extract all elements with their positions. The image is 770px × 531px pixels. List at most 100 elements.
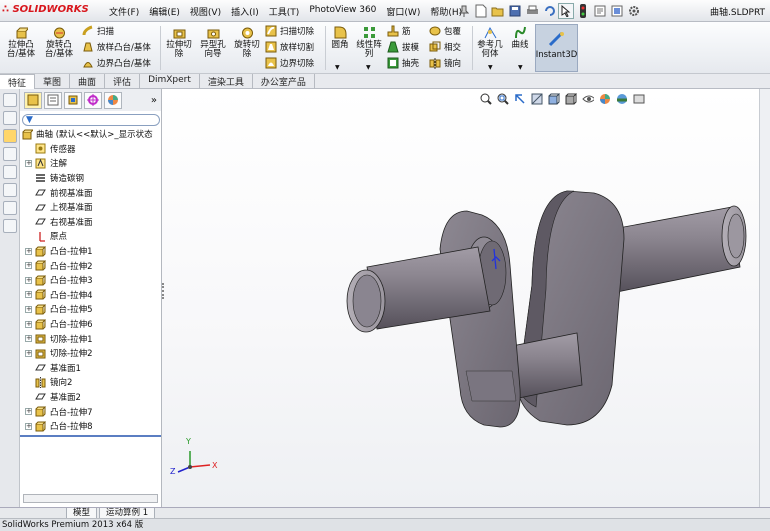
expand-plus-icon[interactable]: + [25, 159, 32, 167]
tree-item[interactable]: + 切除-拉伸2 [20, 346, 161, 361]
property-manager-tab-icon[interactable] [44, 91, 62, 109]
tree-item[interactable]: + 注解 [20, 156, 161, 171]
menu-item[interactable]: PhotoView 360 [304, 3, 381, 19]
tree-item[interactable]: + 凸台-拉伸7 [20, 404, 161, 419]
tree-item[interactable]: + 凸台-拉伸6 [20, 317, 161, 332]
pattern-dropdown-arrow-icon[interactable]: ▼ [366, 64, 371, 71]
expand-plus-icon[interactable]: + [25, 320, 32, 328]
task-tool-icon[interactable] [3, 93, 17, 107]
command-tab[interactable]: 曲面 [70, 74, 106, 89]
command-tab[interactable]: 评估 [105, 74, 141, 89]
panel-horizontal-scrollbar[interactable] [23, 494, 158, 503]
tree-item[interactable]: 传感器 [20, 142, 161, 157]
tree-item[interactable]: + 凸台-拉伸4 [20, 288, 161, 303]
command-tab[interactable]: 草图 [35, 74, 71, 89]
sweep-button[interactable]: 扫描 [82, 24, 114, 38]
file-properties-icon[interactable] [592, 3, 608, 19]
boundary-cut-button[interactable]: 边界切除 [265, 56, 314, 70]
save-icon[interactable] [507, 3, 523, 19]
task-tool-icon[interactable] [3, 111, 17, 125]
tree-item[interactable]: + 切除-拉伸1 [20, 331, 161, 346]
task-tool-icon[interactable] [3, 183, 17, 197]
menu-item[interactable]: 插入(I) [226, 3, 264, 19]
task-tool-icon[interactable] [3, 165, 17, 179]
expand-plus-icon[interactable]: + [25, 247, 32, 255]
tree-item[interactable]: 基准面2 [20, 390, 161, 405]
instant3d-button[interactable]: Instant3D [535, 24, 578, 72]
curves-dropdown-arrow-icon[interactable]: ▼ [518, 64, 523, 71]
menu-item[interactable]: 工具(T) [264, 3, 305, 19]
extrude-cut-button[interactable]: 拉伸切 除 [164, 26, 194, 59]
new-document-icon[interactable] [473, 3, 489, 19]
tree-item[interactable]: 镜向2 [20, 375, 161, 390]
intersect-button[interactable]: 相交 [429, 40, 461, 54]
command-tab[interactable]: 特征 [0, 74, 36, 89]
expand-plus-icon[interactable]: + [25, 349, 32, 357]
loft-boss-button[interactable]: 放样凸台/基体 [82, 40, 151, 54]
tree-filter-input[interactable]: ▼ [22, 114, 160, 126]
options-gear-icon[interactable] [626, 3, 642, 19]
hole-wizard-button[interactable]: 异型孔 向导 [198, 26, 228, 59]
expand-plus-icon[interactable]: + [25, 291, 32, 299]
curves-button[interactable]: 曲线 [508, 26, 532, 50]
tree-item[interactable]: 右视基准面 [20, 215, 161, 230]
graphics-area[interactable]: Y X Z [162, 89, 770, 507]
draft-button[interactable]: 拔模 [387, 40, 419, 54]
select-pointer-icon[interactable] [558, 3, 574, 19]
fillet-button[interactable]: 圆角 [328, 26, 352, 50]
rollback-bar[interactable] [20, 435, 161, 437]
expand-plus-icon[interactable]: + [25, 422, 32, 430]
configuration-manager-tab-icon[interactable] [64, 91, 82, 109]
swept-cut-button[interactable]: 扫描切除 [265, 24, 314, 38]
crankshaft-model[interactable] [162, 89, 759, 507]
tree-item[interactable]: + 凸台-拉伸2 [20, 258, 161, 273]
open-folder-icon[interactable] [490, 3, 506, 19]
undo-icon[interactable] [541, 3, 557, 19]
chevron-right-icon[interactable]: » [151, 95, 157, 106]
fillet-dropdown-arrow-icon[interactable]: ▼ [335, 64, 340, 71]
command-tab[interactable]: 渲染工具 [200, 74, 253, 89]
refgeom-dropdown-arrow-icon[interactable]: ▼ [488, 64, 493, 71]
tree-item[interactable]: + 凸台-拉伸5 [20, 302, 161, 317]
dimxpert-manager-tab-icon[interactable] [84, 91, 102, 109]
menu-item[interactable]: 文件(F) [104, 3, 144, 19]
extrude-boss-button[interactable]: 拉伸凸 台/基体 [6, 26, 36, 59]
pin-icon[interactable] [456, 3, 472, 19]
menu-item[interactable]: 视图(V) [185, 3, 226, 19]
reference-geometry-button[interactable]: 参考几 何体 [475, 26, 505, 59]
expand-plus-icon[interactable]: + [25, 305, 32, 313]
tree-item[interactable]: 原点 [20, 229, 161, 244]
menu-item[interactable]: 窗口(W) [381, 3, 425, 19]
expand-plus-icon[interactable]: + [25, 408, 32, 416]
lofted-cut-button[interactable]: 放样切割 [265, 40, 314, 54]
revolve-boss-button[interactable]: 旋转凸 台/基体 [42, 26, 76, 59]
feature-manager-tab-icon[interactable] [24, 91, 42, 109]
rebuild-icon[interactable] [609, 3, 625, 19]
expand-plus-icon[interactable]: + [25, 262, 32, 270]
mirror-button[interactable]: 镜向 [429, 56, 461, 70]
rib-button[interactable]: 筋 [387, 24, 411, 38]
command-tab[interactable]: 办公室产品 [253, 74, 315, 89]
task-tool-icon[interactable] [3, 219, 17, 233]
tree-item[interactable]: + 凸台-拉伸8 [20, 419, 161, 434]
command-tab[interactable]: DimXpert [140, 74, 200, 89]
task-tool-icon[interactable] [3, 129, 17, 143]
tree-item[interactable]: 上视基准面 [20, 200, 161, 215]
task-tool-icon[interactable] [3, 201, 17, 215]
tree-item[interactable]: 铸造碳钢 [20, 171, 161, 186]
traffic-light-icon[interactable] [575, 3, 591, 19]
print-icon[interactable] [524, 3, 540, 19]
revolve-cut-button[interactable]: 旋转切 除 [232, 26, 262, 59]
tree-item[interactable]: 前视基准面 [20, 185, 161, 200]
expand-plus-icon[interactable]: + [25, 276, 32, 284]
tree-item[interactable]: 基准面1 [20, 361, 161, 376]
task-pane-strip[interactable] [759, 89, 770, 507]
expand-plus-icon[interactable]: + [25, 335, 32, 343]
menu-item[interactable]: 编辑(E) [144, 3, 185, 19]
linear-pattern-button[interactable]: 线性阵 列 [354, 26, 384, 59]
panel-split-handle[interactable] [162, 283, 166, 299]
task-tool-icon[interactable] [3, 147, 17, 161]
shell-button[interactable]: 抽壳 [387, 56, 419, 70]
tree-item[interactable]: + 凸台-拉伸1 [20, 244, 161, 259]
tree-item[interactable]: + 凸台-拉伸3 [20, 273, 161, 288]
